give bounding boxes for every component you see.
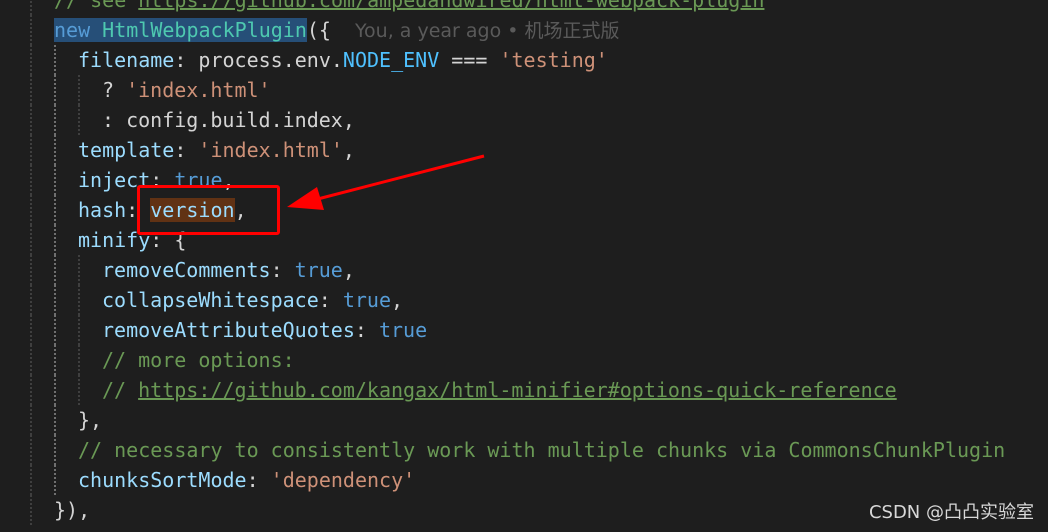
watermark: CSDN @凸凸实验室 <box>868 502 1034 523</box>
annotation-arrow-icon <box>287 154 485 210</box>
